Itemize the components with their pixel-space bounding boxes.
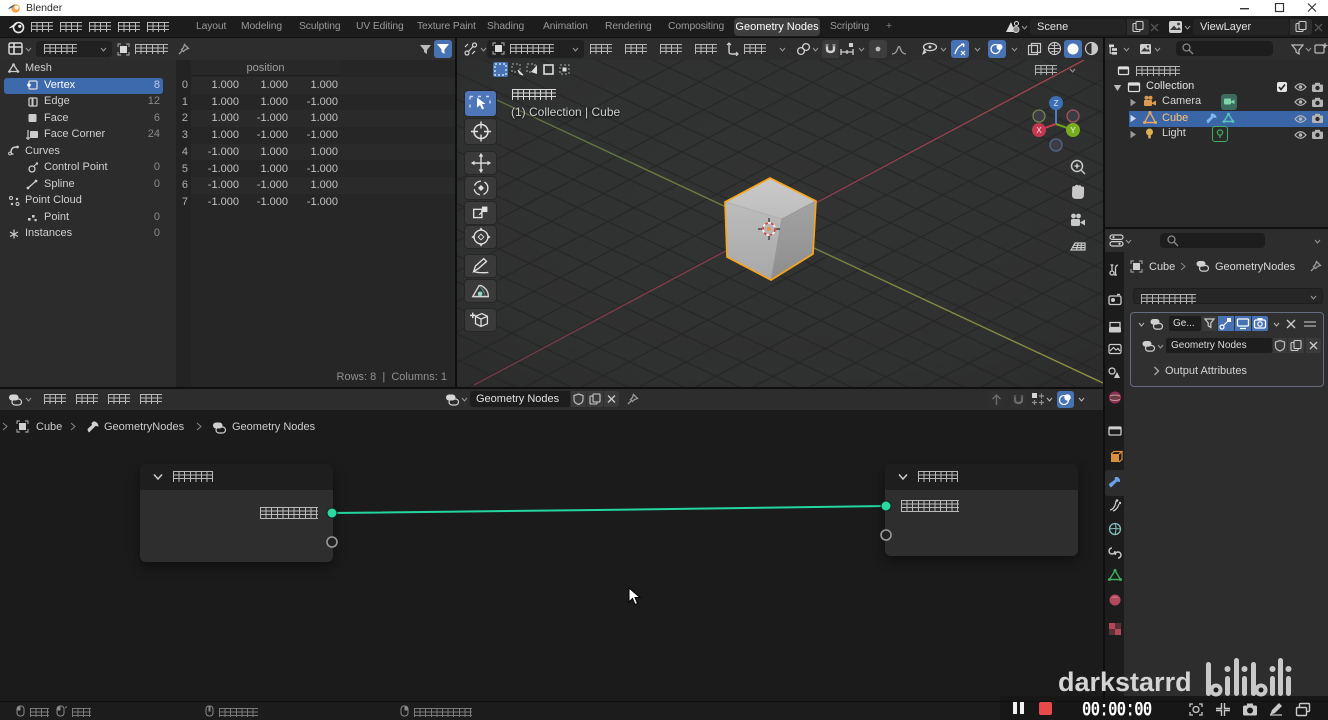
svg-text:Z: Z <box>1054 99 1059 108</box>
svg-text:Y: Y <box>1070 126 1076 135</box>
svg-text:X: X <box>1036 126 1042 135</box>
